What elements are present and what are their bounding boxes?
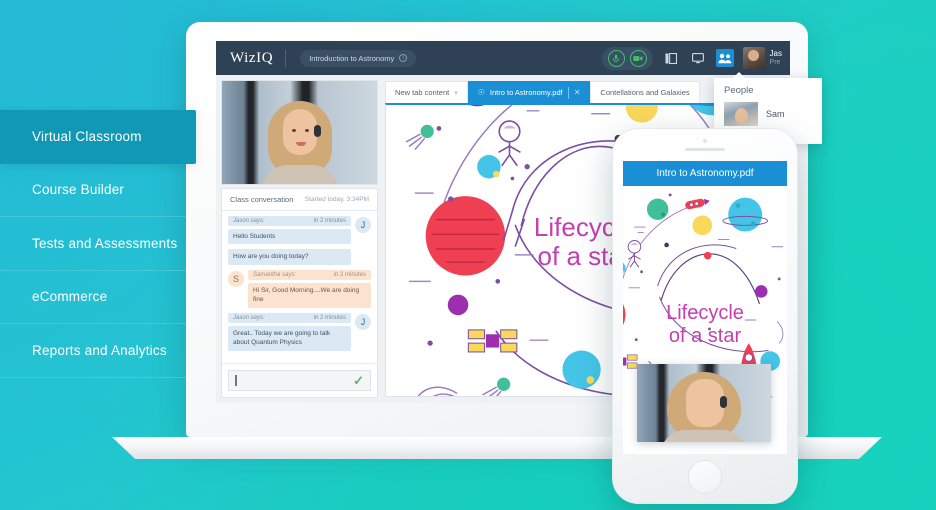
check-icon[interactable]: ✓ — [353, 374, 364, 387]
chat-message-text: Great.. Today we are going to talk about… — [228, 325, 351, 351]
phone-presenter-webcam-feed[interactable] — [637, 364, 771, 442]
tab-contellations-and-galaxies[interactable]: Contellations and Galaxies — [590, 81, 700, 103]
presenter-portrait — [261, 99, 338, 184]
tab-divider — [567, 86, 569, 99]
sidebar-item-label: Course Builder — [32, 182, 125, 198]
tab-label: Intro to Astronomy.pdf — [489, 88, 563, 97]
left-column: Class conversation Started today, 3:34PM… — [216, 75, 381, 403]
people-member-name: Sam — [766, 109, 785, 119]
chat-message-text: Hello Students — [228, 229, 351, 245]
chat-title: Class conversation — [230, 195, 294, 204]
chat-message-author: Jason says: — [233, 314, 265, 321]
chat-message-time: in 2 minutes — [313, 314, 346, 321]
av-controls-group — [601, 46, 653, 70]
chat-message: Jason says: in 2 minutes Great.. Today w… — [228, 312, 371, 351]
chat-message-text: Hi Sir, Good Morning....We are doing fin… — [248, 282, 371, 308]
avatar: J — [355, 217, 371, 233]
chat-message-author: Samantha says: — [253, 271, 297, 278]
current-user-name: Jas — [769, 48, 782, 58]
presenter-portrait — [660, 370, 748, 442]
phone-speaker — [685, 148, 725, 151]
current-user-role: Pre — [769, 58, 781, 66]
current-user-chip[interactable]: Jas Pre — [742, 47, 782, 69]
course-title-pill[interactable]: Introduction to Astronomy i — [300, 49, 417, 67]
chat-message: S Samantha says: in 2 minutes Hi Sir, Go… — [228, 269, 371, 308]
sidebar-item-tests-and-assessments[interactable]: Tests and Assessments — [0, 217, 196, 271]
chevron-down-icon[interactable]: ▾ — [454, 89, 458, 97]
chat-message-author: Jason says: — [233, 218, 265, 224]
wiziq-logo: WizIQ — [230, 49, 287, 67]
sidebar-item-course-builder[interactable]: Course Builder — [0, 164, 196, 217]
tab-label: New tab content — [395, 88, 450, 97]
chat-message-list[interactable]: Jason says: in 2 minutes Hello Students … — [222, 211, 377, 363]
sidebar-item-label: Virtual Classroom — [32, 129, 142, 145]
video-camera-icon[interactable] — [629, 49, 647, 67]
phone-slide-title-line-2: of a star — [668, 325, 742, 348]
phone-tab-intro-to-astronomy-pdf[interactable]: Intro to Astronomy.pdf — [623, 161, 787, 186]
phone-home-button[interactable] — [688, 460, 722, 494]
chat-message: How are you doing today? — [228, 249, 371, 265]
phone-slide-title-line-1: Lifecycle — [666, 302, 744, 325]
presenter-webcam-feed[interactable] — [222, 81, 377, 184]
avatar — [742, 47, 765, 69]
phone-camera-icon — [703, 139, 707, 143]
sidebar-nav: Virtual Classroom Course Builder Tests a… — [0, 110, 196, 378]
sidebar-item-reports-and-analytics[interactable]: Reports and Analytics — [0, 324, 196, 378]
people-popover-title: People — [724, 85, 754, 96]
tab-intro-to-astronomy-pdf[interactable]: ☉ Intro to Astronomy.pdf ✕ — [467, 81, 591, 103]
avatar — [724, 102, 758, 126]
chat-message-time: in 2 minutes — [313, 218, 346, 224]
app-top-bar: WizIQ Introduction to Astronomy i Jas Pr… — [216, 41, 790, 75]
sidebar-item-label: Reports and Analytics — [32, 342, 167, 358]
phone-mockup: Intro to Astronomy.pdf Lifecycle of a st… — [612, 128, 798, 504]
phone-screen: Intro to Astronomy.pdf Lifecycle of a st… — [623, 161, 787, 454]
info-icon[interactable]: i — [399, 54, 408, 62]
class-chat-panel: Class conversation Started today, 3:34PM… — [222, 189, 377, 397]
chat-input[interactable]: ✓ — [228, 370, 371, 391]
tab-label: Contellations and Galaxies — [600, 88, 690, 97]
text-caret — [235, 375, 237, 386]
sidebar-item-label: Tests and Assessments — [32, 235, 178, 251]
screen-share-icon[interactable] — [689, 49, 707, 67]
sidebar-item-label: eCommerce — [32, 289, 108, 305]
chat-message-text: How are you doing today? — [228, 249, 351, 265]
avatar: J — [355, 313, 371, 330]
microphone-icon[interactable] — [607, 49, 625, 67]
layout-panel-icon[interactable] — [662, 49, 680, 67]
chat-started-time: Started today, 3:34PM — [304, 196, 369, 203]
sidebar-item-ecommerce[interactable]: eCommerce — [0, 271, 196, 324]
chat-message-time: in 2 minutes — [333, 271, 366, 278]
close-icon[interactable]: ✕ — [574, 88, 581, 97]
cursor-icon: ☉ — [477, 88, 485, 97]
phone-slide-title: Lifecycle of a star — [666, 302, 744, 348]
list-item[interactable]: Sam — [714, 96, 822, 126]
app-toolbar: Jas Pre — [601, 46, 782, 70]
tab-new-tab-content[interactable]: New tab content ▾ — [385, 81, 468, 103]
phone-tab-label: Intro to Astronomy.pdf — [656, 168, 754, 179]
sidebar-item-virtual-classroom[interactable]: Virtual Classroom — [0, 110, 196, 164]
chat-message: Jason says: in 2 minutes Hello Students … — [228, 216, 371, 245]
course-title-label: Introduction to Astronomy — [309, 53, 395, 63]
chat-input-area: ✓ — [222, 363, 377, 397]
avatar: S — [228, 270, 244, 287]
people-icon[interactable] — [715, 49, 734, 67]
phone-slide-canvas[interactable]: Lifecycle of a star — [623, 186, 787, 454]
chat-header: Class conversation Started today, 3:34PM — [222, 189, 377, 211]
